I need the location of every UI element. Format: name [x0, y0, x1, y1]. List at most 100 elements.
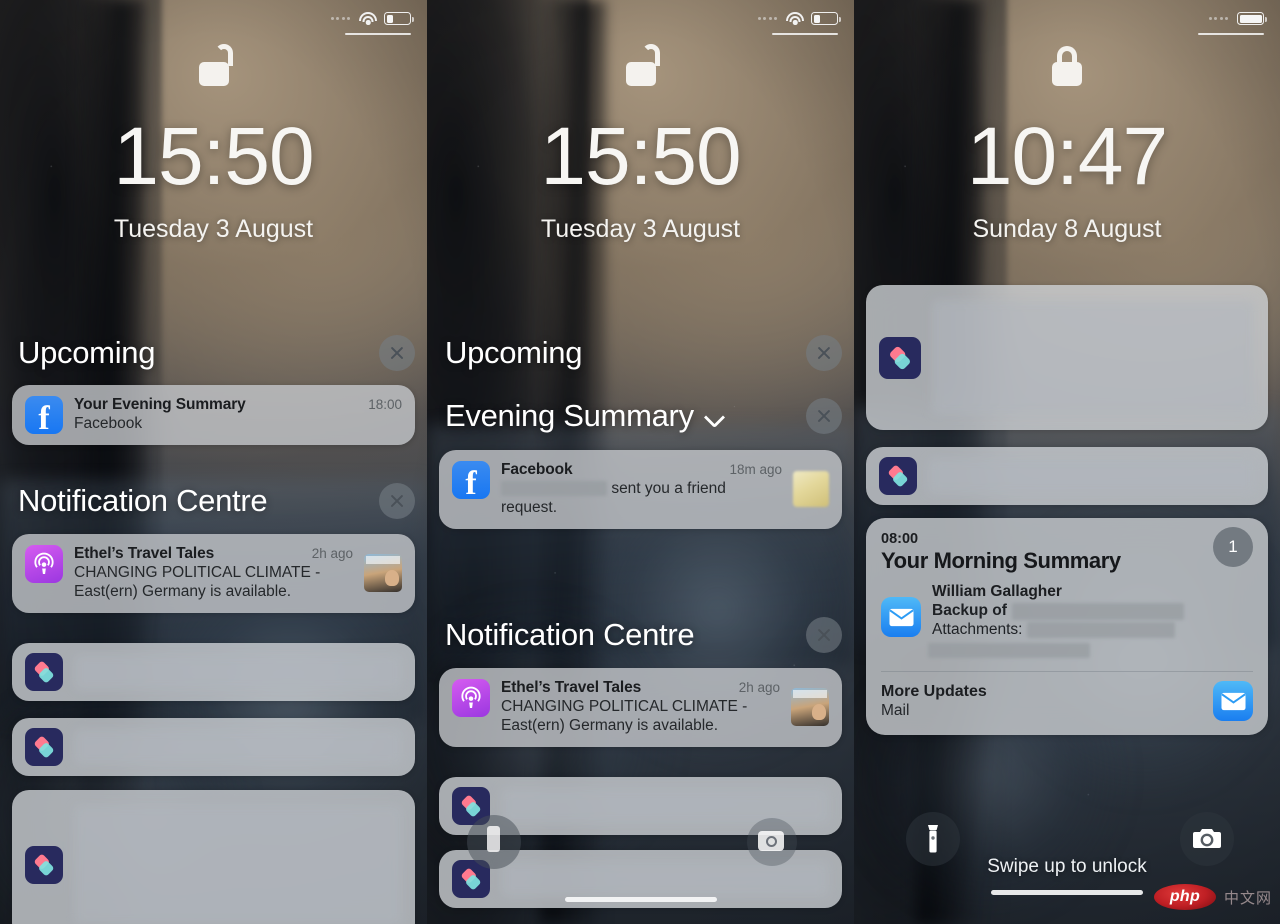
home-indicator[interactable]	[991, 890, 1143, 895]
status-bar	[427, 0, 854, 46]
lock-screen-clock: 15:50	[540, 111, 741, 202]
section-title: Notification Centre	[445, 617, 695, 652]
clear-upcoming-button[interactable]	[379, 335, 415, 371]
battery-icon	[1237, 12, 1267, 25]
watermark-suffix: 中文网	[1223, 889, 1272, 907]
section-title: Upcoming	[18, 335, 156, 370]
close-icon	[389, 493, 405, 509]
lock-screen-date: Sunday 8 August	[972, 215, 1162, 243]
flashlight-icon	[928, 825, 938, 853]
wifi-icon	[359, 12, 377, 25]
status-bar	[0, 0, 427, 46]
shortcuts-icon	[879, 336, 921, 379]
clear-notification-centre-button[interactable]	[806, 617, 842, 653]
notification-podcast[interactable]: Ethel’s Travel Tales 2h ago CHANGING POL…	[12, 534, 415, 613]
notification-facebook-friend-request[interactable]: f Facebook 18m ago sent you a friend req…	[439, 450, 842, 529]
notification-shortcuts-1[interactable]	[866, 285, 1268, 430]
facebook-icon: f	[452, 461, 490, 499]
close-icon	[816, 627, 832, 643]
home-indicator[interactable]	[564, 897, 717, 902]
notification-title: Your Evening Summary	[74, 396, 246, 413]
podcast-artwork-thumbnail	[364, 554, 402, 593]
notification-time: 2h ago	[738, 680, 780, 695]
section-upcoming: Upcoming	[18, 335, 415, 371]
notification-subtitle: CHANGING POLITICAL CLIMATE - East(ern) G…	[74, 564, 321, 600]
lock-screen-date: Tuesday 3 August	[113, 215, 314, 243]
unlock-icon	[625, 44, 660, 86]
summary-divider	[881, 671, 1253, 672]
notification-shortcuts-2[interactable]	[12, 718, 415, 776]
mail-icon	[881, 597, 921, 637]
section-title: Notification Centre	[18, 483, 268, 518]
close-icon	[816, 408, 832, 424]
section-notification-centre: Notification Centre	[18, 483, 415, 519]
notification-time: 2h ago	[311, 546, 353, 561]
signal-dots-icon	[757, 17, 777, 20]
lock-screen-date: Tuesday 3 August	[540, 215, 741, 243]
notification-time: 18:00	[368, 397, 402, 412]
status-underline	[772, 33, 838, 35]
status-underline	[1198, 33, 1264, 35]
notification-shortcuts-1[interactable]	[439, 777, 842, 835]
section-evening-summary[interactable]: Evening Summary	[445, 398, 842, 434]
redacted-content	[501, 861, 829, 897]
redacted-content	[928, 458, 1255, 494]
summary-sender: William Gallagher	[932, 583, 1062, 600]
notification-shortcuts-1[interactable]	[12, 643, 415, 701]
summary-footer-title: More Updates	[881, 682, 987, 700]
chevron-down-icon[interactable]	[706, 408, 723, 425]
mail-icon	[1213, 681, 1253, 721]
lock-icon	[1052, 46, 1082, 86]
lock-screen-panel-1: 15:50 Tuesday 3 August Upcoming f Your E…	[0, 0, 427, 924]
lock-screen-clock: 10:47	[966, 111, 1168, 202]
close-icon	[389, 345, 405, 361]
section-notification-centre: Notification Centre	[445, 617, 842, 653]
podcasts-icon	[25, 545, 63, 583]
notification-shortcuts-3[interactable]	[12, 790, 415, 924]
podcast-artwork-thumbnail	[791, 688, 829, 727]
wifi-icon	[786, 12, 804, 25]
shortcuts-icon	[452, 787, 490, 825]
notification-shortcuts-2[interactable]	[866, 447, 1268, 505]
podcasts-icon	[452, 679, 490, 717]
lock-screen-panel-3: 10:47 Sunday 8 August 08:00 Your Morning…	[854, 0, 1280, 924]
lock-screen-clock: 15:50	[113, 111, 314, 202]
shortcuts-icon	[25, 846, 63, 884]
watermark-brand: php	[1153, 884, 1216, 910]
redacted-body	[928, 643, 1090, 659]
signal-dots-icon	[1208, 17, 1228, 20]
shortcuts-icon	[25, 653, 63, 691]
notification-time: 18m ago	[729, 462, 782, 477]
lock-screen-panel-2: 15:50 Tuesday 3 August Upcoming Evening …	[427, 0, 854, 924]
clear-evening-summary-button[interactable]	[806, 398, 842, 434]
section-title: Evening Summary	[445, 398, 694, 433]
close-icon	[816, 345, 832, 361]
notification-title: Facebook	[501, 461, 573, 478]
clear-upcoming-button[interactable]	[806, 335, 842, 371]
notification-podcast[interactable]: Ethel’s Travel Tales 2h ago CHANGING POL…	[439, 668, 842, 747]
summary-title: Your Morning Summary	[881, 548, 1121, 573]
summary-item-mail[interactable]: William Gallagher Backup of Attachments:	[881, 583, 1253, 660]
redacted-content	[932, 300, 1255, 415]
camera-icon	[1193, 829, 1221, 848]
summary-subject-prefix: Backup of	[932, 602, 1007, 619]
swipe-hint: Swipe up to unlock	[987, 856, 1147, 877]
notification-subtitle: CHANGING POLITICAL CLIMATE - East(ern) G…	[501, 698, 748, 734]
redacted-content	[74, 805, 402, 924]
notification-facebook-summary[interactable]: f Your Evening Summary 18:00 Facebook	[12, 385, 415, 445]
morning-summary-card[interactable]: 08:00 Your Morning Summary 1 William Gal…	[866, 518, 1268, 735]
watermark: php 中文网	[1153, 884, 1272, 910]
summary-time: 08:00	[881, 531, 919, 547]
section-title: Upcoming	[445, 335, 583, 370]
shortcuts-icon	[25, 728, 63, 766]
status-underline	[345, 33, 411, 35]
notification-title: Ethel’s Travel Tales	[74, 545, 215, 562]
facebook-icon: f	[25, 396, 63, 434]
status-bar	[854, 0, 1280, 46]
section-upcoming: Upcoming	[445, 335, 842, 371]
redacted-content	[74, 654, 402, 690]
clear-notification-centre-button[interactable]	[379, 483, 415, 519]
summary-footer-subtitle: Mail	[881, 701, 910, 719]
shortcuts-icon	[452, 860, 490, 898]
summary-footer[interactable]: More Updates Mail	[881, 681, 1253, 721]
